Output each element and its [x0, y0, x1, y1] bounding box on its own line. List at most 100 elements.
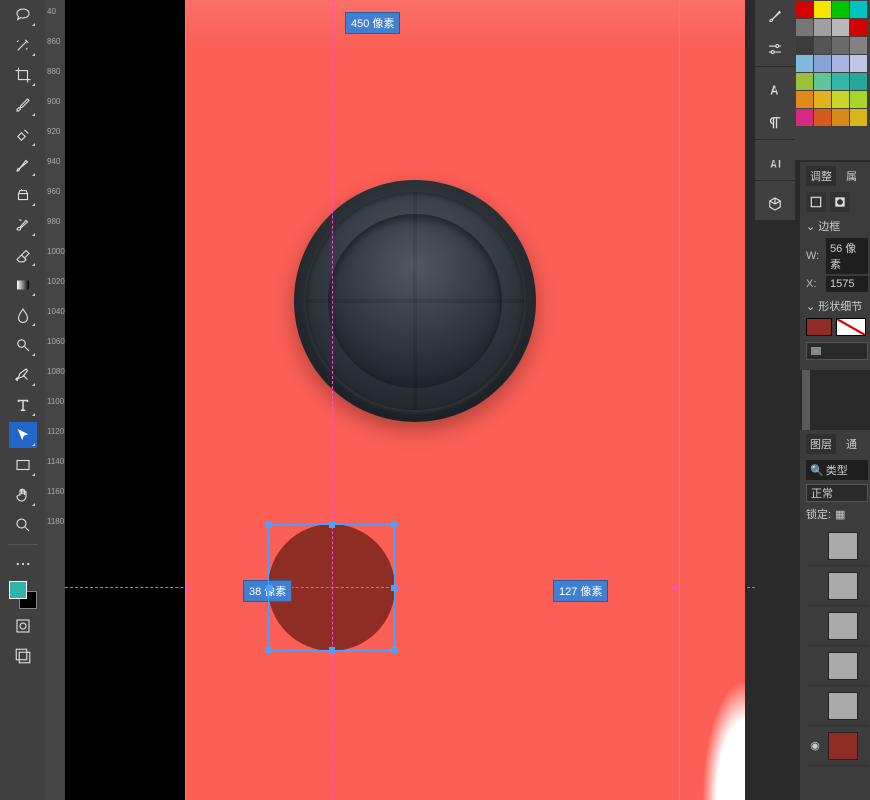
blend-mode-value: 正常	[811, 485, 833, 501]
selection-handle[interactable]	[391, 585, 397, 591]
swatch[interactable]	[850, 73, 867, 90]
swatch[interactable]	[850, 91, 867, 108]
document-background	[65, 0, 185, 800]
guide-vertical[interactable]	[185, 0, 186, 800]
width-field[interactable]: 56 像素	[826, 238, 868, 274]
swatch[interactable]	[796, 37, 813, 54]
adjustments-panel-icon[interactable]	[761, 37, 789, 62]
layer-filter[interactable]: 🔍 类型	[806, 460, 868, 480]
glyphs-panel-icon[interactable]	[761, 151, 789, 176]
clone-stamp-tool[interactable]	[9, 182, 37, 208]
swatch[interactable]	[814, 109, 831, 126]
ruler-tick: 1180	[47, 518, 63, 526]
swatch[interactable]	[796, 73, 813, 90]
brush-tool[interactable]	[9, 152, 37, 178]
stroke-color-chip[interactable]	[836, 318, 866, 336]
layer-row[interactable]	[806, 566, 868, 606]
swatch[interactable]	[832, 19, 849, 36]
section-shape-details[interactable]: ⌄形状细节	[806, 298, 868, 314]
foreground-color[interactable]	[9, 581, 27, 599]
swatch[interactable]	[850, 109, 867, 126]
hand-tool[interactable]	[9, 482, 37, 508]
swatch[interactable]	[850, 37, 867, 54]
tab-properties[interactable]: 属	[842, 166, 861, 186]
blur-tool[interactable]	[9, 302, 37, 328]
lasso-tool[interactable]	[9, 2, 37, 28]
layer-row[interactable]	[806, 526, 868, 566]
tab-adjustments[interactable]: 调整	[806, 166, 836, 186]
character-panel-icon[interactable]	[761, 77, 789, 102]
live-shape-icon[interactable]	[806, 192, 826, 212]
healing-brush-tool[interactable]	[9, 122, 37, 148]
swatch[interactable]	[796, 55, 813, 72]
history-brush-tool[interactable]	[9, 212, 37, 238]
eraser-tool[interactable]	[9, 242, 37, 268]
swatch[interactable]	[832, 37, 849, 54]
swatch[interactable]	[814, 91, 831, 108]
brush-panel-icon[interactable]	[761, 4, 789, 29]
swatch[interactable]	[832, 109, 849, 126]
swatch[interactable]	[850, 1, 867, 18]
swatch[interactable]	[832, 1, 849, 18]
layer-row[interactable]	[806, 646, 868, 686]
tab-layers[interactable]: 图层	[806, 434, 836, 454]
swatch[interactable]	[796, 91, 813, 108]
pen-tool[interactable]	[9, 362, 37, 388]
swatch[interactable]	[832, 91, 849, 108]
blend-mode-dropdown[interactable]: 正常	[806, 484, 868, 502]
rectangle-tool[interactable]	[9, 452, 37, 478]
selection-bounding-box[interactable]	[268, 524, 395, 651]
swatch[interactable]	[814, 55, 831, 72]
layer-row[interactable]	[806, 686, 868, 726]
ruler-tick: 1100	[47, 398, 63, 406]
color-swatches[interactable]	[9, 581, 37, 609]
zoom-tool[interactable]	[9, 512, 37, 538]
selection-handle[interactable]	[266, 647, 272, 653]
swatch[interactable]	[850, 55, 867, 72]
fill-color-chip[interactable]	[806, 318, 832, 336]
selection-handle[interactable]	[266, 522, 272, 528]
paragraph-panel-icon[interactable]	[761, 110, 789, 135]
lock-pixels-icon[interactable]: ▦	[835, 508, 845, 521]
layer-row[interactable]	[806, 606, 868, 646]
mask-icon[interactable]	[830, 192, 850, 212]
guide-vertical[interactable]	[679, 0, 680, 800]
path-selection-tool[interactable]	[9, 422, 37, 448]
crop-tool[interactable]	[9, 62, 37, 88]
swatch[interactable]	[814, 37, 831, 54]
swatch[interactable]	[832, 73, 849, 90]
selection-handle[interactable]	[329, 647, 335, 653]
swatch[interactable]	[796, 19, 813, 36]
swatch[interactable]	[832, 55, 849, 72]
type-tool[interactable]	[9, 392, 37, 418]
swatch[interactable]	[814, 19, 831, 36]
swatch[interactable]	[796, 1, 813, 18]
layer-row[interactable]: ◉	[806, 726, 868, 766]
selection-handle[interactable]	[329, 522, 335, 528]
stroke-options-dropdown[interactable]	[806, 342, 868, 360]
quick-mask-toggle[interactable]	[9, 613, 37, 639]
selection-handle[interactable]	[391, 647, 397, 653]
selection-handle[interactable]	[391, 522, 397, 528]
edit-toolbar[interactable]	[9, 551, 37, 577]
swatch[interactable]	[850, 19, 867, 36]
section-border[interactable]: ⌄边框	[806, 218, 868, 234]
canvas[interactable]: 450 像素 38 像素 127 像素	[65, 0, 755, 800]
eyedropper-tool[interactable]	[9, 92, 37, 118]
swatch[interactable]	[814, 73, 831, 90]
swatch[interactable]	[796, 109, 813, 126]
dodge-tool[interactable]	[9, 332, 37, 358]
panel-dock	[755, 0, 795, 220]
screen-mode-toggle[interactable]	[9, 643, 37, 669]
magic-wand-tool[interactable]	[9, 32, 37, 58]
selection-handle[interactable]	[266, 585, 272, 591]
swatch[interactable]	[814, 1, 831, 18]
gradient-tool[interactable]	[9, 272, 37, 298]
3d-panel-icon[interactable]	[761, 191, 789, 216]
smart-guide-vertical	[332, 0, 333, 800]
properties-panel: 调整 属 ⌄边框 W: 56 像素 X: 1575 ⌄形状细节	[800, 162, 870, 370]
measurement-tag-right: 127 像素	[553, 580, 608, 602]
x-field[interactable]: 1575	[826, 276, 868, 292]
tab-channels[interactable]: 通	[842, 434, 861, 454]
visibility-toggle[interactable]: ◉	[806, 739, 824, 752]
